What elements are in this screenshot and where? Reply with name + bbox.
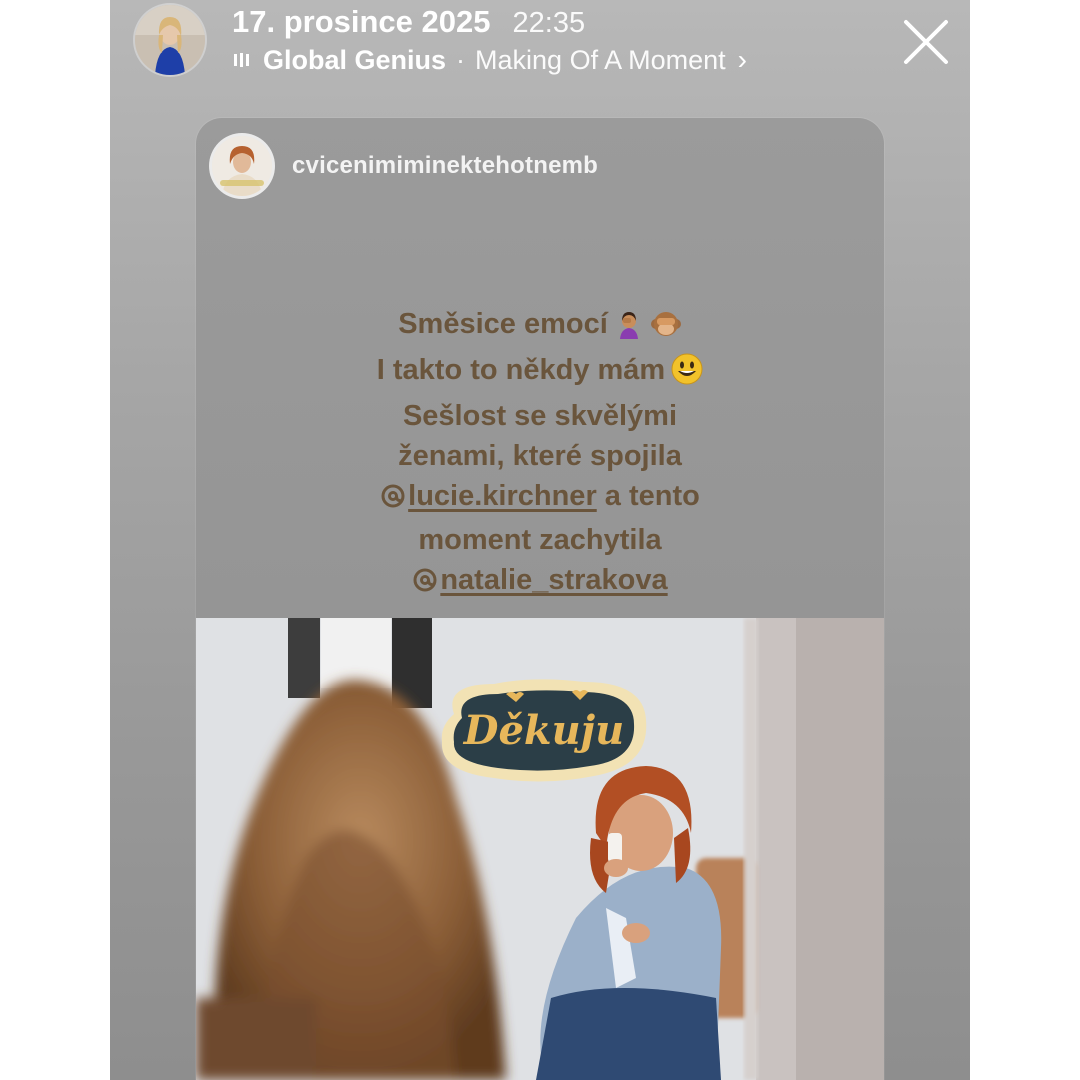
caption-line: Sešlost se skvělými: [402, 400, 678, 432]
mention-link[interactable]: lucie.kirchner: [408, 480, 597, 512]
threads-icon: [380, 480, 406, 520]
story-time: 22:35: [512, 7, 586, 39]
story-date: 17. prosince 2025: [232, 4, 491, 39]
avatar-photo: [212, 136, 272, 196]
story-header-meta: 17. prosince 2025 22:35: [232, 4, 585, 44]
music-attribution[interactable]: Global Genius · Making Of A Moment ›: [234, 40, 747, 80]
caption-line: ženami, které spojila: [398, 440, 682, 472]
threads-icon: [412, 564, 438, 604]
music-separator: ·: [456, 44, 466, 75]
caption-text: Směsice emocí: [398, 308, 608, 340]
sticker-text: Děkuju: [463, 707, 625, 754]
caption-line: lucie.kirchner a tento: [236, 476, 844, 520]
woman-facepalming-emoji-icon: [614, 309, 644, 350]
story-viewer: 17. prosince 2025 22:35 Global Genius · …: [110, 0, 970, 1080]
close-button[interactable]: [900, 16, 952, 68]
caption-text: a tento: [604, 480, 700, 512]
shared-post-card[interactable]: cvicenimiminektehotnemb Směsice emocí I …: [196, 118, 884, 1080]
see-no-evil-monkey-emoji-icon: [650, 309, 682, 350]
caption-line: Směsice emocí: [236, 304, 844, 350]
caption-line: I takto to někdy mám: [236, 350, 844, 396]
sticker-graphic: Děkuju: [441, 679, 647, 782]
close-icon: [904, 20, 948, 64]
caption-text: I takto to někdy mám: [376, 354, 666, 386]
shared-post-username[interactable]: cvicenimiminektehotnemb: [292, 152, 598, 180]
mention-link[interactable]: natalie_strakova: [440, 564, 667, 596]
avatar-photo: [135, 5, 205, 75]
post-photo[interactable]: Děkuju: [196, 618, 884, 1080]
shared-post-avatar[interactable]: [212, 136, 272, 196]
thank-you-sticker[interactable]: Děkuju: [434, 674, 652, 788]
caption-line: natalie_strakova: [236, 560, 844, 604]
story-owner-avatar[interactable]: [135, 5, 205, 75]
post-caption: Směsice emocí I takto to někdy mám Sešlo…: [236, 304, 844, 604]
chevron-right-icon: ›: [737, 44, 747, 75]
grinning-face-emoji-icon: [671, 353, 703, 396]
caption-line: moment zachytila: [418, 524, 662, 556]
music-song-title: Making Of A Moment: [475, 44, 726, 75]
music-bars-icon: [234, 53, 249, 67]
music-artist: Global Genius: [263, 44, 447, 75]
